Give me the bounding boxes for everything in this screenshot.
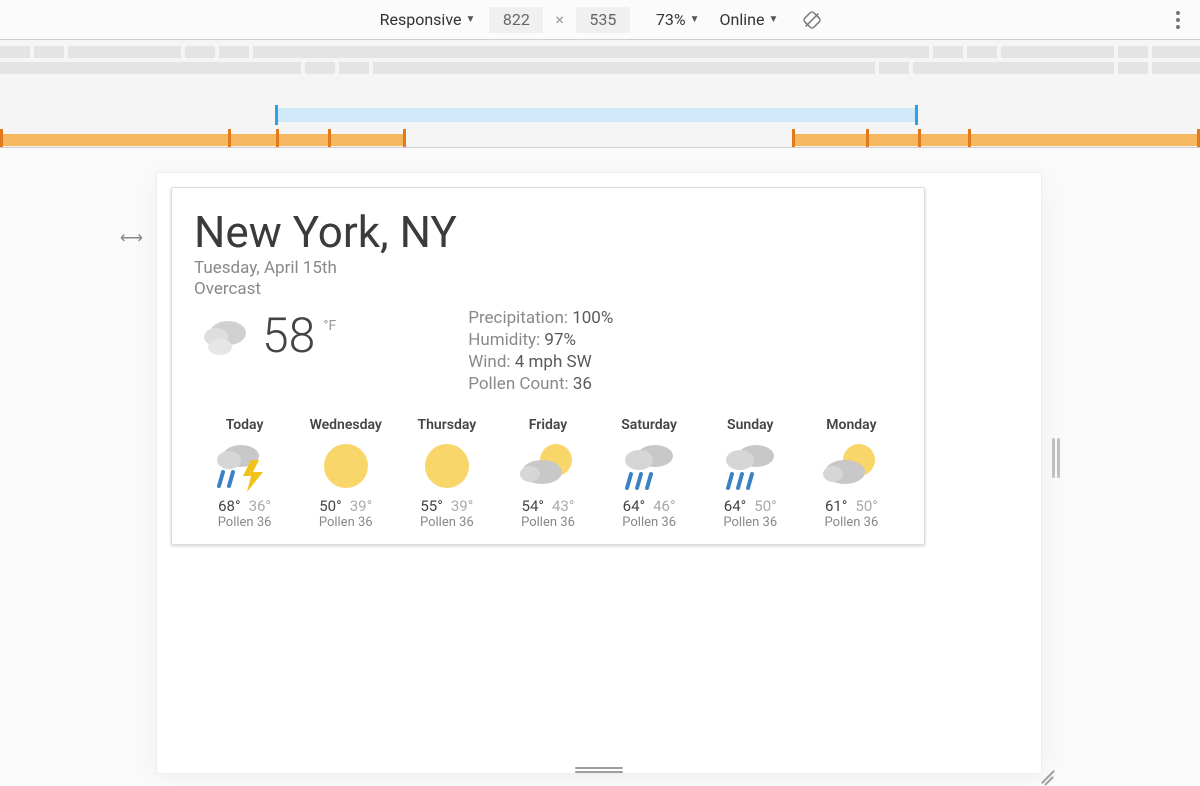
forecast-high: 54° — [522, 497, 544, 515]
ruler-row — [0, 62, 1200, 74]
device-toolbar: Responsive ▼ × 73% ▼ Online ▼ — [0, 0, 1200, 40]
forecast-high: 55° — [420, 497, 442, 515]
media-query-rulers — [0, 40, 1200, 148]
ruler-row — [0, 46, 1200, 58]
rain-icon — [599, 437, 700, 495]
forecast-day-label: Monday — [801, 417, 902, 433]
current-temperature: 58 — [262, 307, 315, 364]
forecast-day[interactable]: Thursday 55° 39°Pollen 36 — [396, 417, 497, 530]
viewport-width-input[interactable] — [489, 7, 543, 33]
precip-value: 100% — [572, 308, 613, 328]
forecast-high: 50° — [319, 497, 341, 515]
network-select-label: Online — [720, 10, 765, 29]
forecast-day-label: Sunday — [700, 417, 801, 433]
breakpoint-tick[interactable] — [228, 129, 231, 148]
forecast-high: 64° — [724, 497, 746, 515]
wind-label: Wind: — [468, 352, 510, 372]
dimension-separator: × — [551, 10, 568, 29]
forecast-pollen: Pollen 36 — [497, 515, 598, 530]
current-details: Precipitation: 100% Humidity: 97% Wind: … — [468, 307, 613, 395]
device-select-label: Responsive — [380, 10, 462, 29]
resize-handle-corner[interactable] — [1041, 767, 1059, 785]
caret-down-icon: ▼ — [465, 14, 475, 25]
forecast-date: Tuesday, April 15th — [194, 258, 902, 279]
forecast-day-label: Saturday — [599, 417, 700, 433]
forecast-pollen: Pollen 36 — [194, 515, 295, 530]
forecast-pollen: Pollen 36 — [396, 515, 497, 530]
rotate-icon — [801, 9, 823, 31]
media-query-band[interactable] — [792, 134, 1200, 146]
zoom-select[interactable]: 73% ▼ — [650, 6, 706, 33]
forecast-day[interactable]: Friday 54° 43°Pollen 36 — [497, 417, 598, 530]
current-summary: 58 °F Precipitation: 100% Humidity: 97% … — [194, 307, 902, 395]
forecast-low: 50° — [855, 497, 877, 515]
forecast-day-label: Friday — [497, 417, 598, 433]
pollen-value: 36 — [573, 374, 592, 394]
forecast-day[interactable]: Wednesday 50° 39°Pollen 36 — [295, 417, 396, 530]
forecast-pollen: Pollen 36 — [700, 515, 801, 530]
rain-icon — [700, 437, 801, 495]
forecast-day-label: Today — [194, 417, 295, 433]
viewport-height-input[interactable] — [576, 7, 630, 33]
sun-icon — [295, 437, 396, 495]
forecast-pollen: Pollen 36 — [599, 515, 700, 530]
overcast-icon — [194, 311, 254, 359]
zoom-select-label: 73% — [656, 10, 686, 29]
viewport-right-handle[interactable] — [1052, 438, 1062, 478]
forecast-high: 61° — [825, 497, 847, 515]
storm-icon — [194, 437, 295, 495]
responsive-viewport: New York, NY Tuesday, April 15th Overcas… — [157, 173, 1041, 773]
suncloud-icon — [497, 437, 598, 495]
device-select[interactable]: Responsive ▼ — [374, 6, 482, 33]
breakpoint-tick[interactable] — [328, 129, 331, 148]
temperature-unit: °F — [323, 318, 336, 334]
forecast-low: 50° — [754, 497, 776, 515]
current-condition: Overcast — [194, 279, 902, 300]
forecast-low: 46° — [653, 497, 675, 515]
weather-card: New York, NY Tuesday, April 15th Overcas… — [171, 187, 925, 545]
media-query-band[interactable] — [0, 134, 405, 146]
forecast-low: 39° — [350, 497, 372, 515]
toolbar-menu-button[interactable] — [1168, 0, 1188, 39]
resize-handle-bottom[interactable] — [575, 765, 623, 775]
viewport-range-indicator[interactable] — [275, 108, 918, 122]
pollen-label: Pollen Count: — [468, 374, 568, 394]
breakpoint-tick[interactable] — [968, 129, 971, 148]
sun-icon — [396, 437, 497, 495]
breakpoint-tick[interactable] — [403, 129, 406, 148]
forecast-day[interactable]: Monday 61° 50°Pollen 36 — [801, 417, 902, 530]
humidity-value: 97% — [544, 330, 576, 350]
forecast-pollen: Pollen 36 — [295, 515, 396, 530]
breakpoint-tick[interactable] — [866, 129, 869, 148]
forecast-day[interactable]: Saturday 64° 46°Pollen 36 — [599, 417, 700, 530]
forecast-high: 64° — [623, 497, 645, 515]
humidity-label: Humidity: — [468, 330, 540, 350]
forecast-low: 36° — [249, 497, 271, 515]
forecast-row: Today 68°36°Pollen 36Wednesday 50°39°Pol… — [194, 417, 902, 530]
device-stage: ⟷ New York, NY Tuesday, April 15th Overc… — [0, 148, 1200, 783]
location-title: New York, NY — [194, 206, 902, 258]
forecast-low: 39° — [451, 497, 473, 515]
forecast-pollen: Pollen 36 — [801, 515, 902, 530]
wind-value: 4 mph SW — [515, 352, 592, 372]
forecast-day-label: Wednesday — [295, 417, 396, 433]
breakpoint-tick[interactable] — [0, 129, 3, 148]
caret-down-icon: ▼ — [690, 14, 700, 25]
breakpoint-tick[interactable] — [276, 129, 279, 148]
breakpoint-tick[interactable] — [918, 129, 921, 148]
caret-down-icon: ▼ — [768, 14, 778, 25]
network-select[interactable]: Online ▼ — [714, 6, 785, 33]
forecast-day[interactable]: Sunday 64° 50°Pollen 36 — [700, 417, 801, 530]
suncloud-icon — [801, 437, 902, 495]
breakpoint-tick[interactable] — [792, 129, 795, 148]
resize-handle-left[interactable]: ⟷ — [120, 228, 143, 247]
forecast-day[interactable]: Today 68° 36°Pollen 36 — [194, 417, 295, 530]
forecast-high: 68° — [218, 497, 240, 515]
precip-label: Precipitation: — [468, 308, 568, 328]
forecast-day-label: Thursday — [396, 417, 497, 433]
rotate-device-button[interactable] — [798, 6, 826, 34]
forecast-low: 43° — [552, 497, 574, 515]
